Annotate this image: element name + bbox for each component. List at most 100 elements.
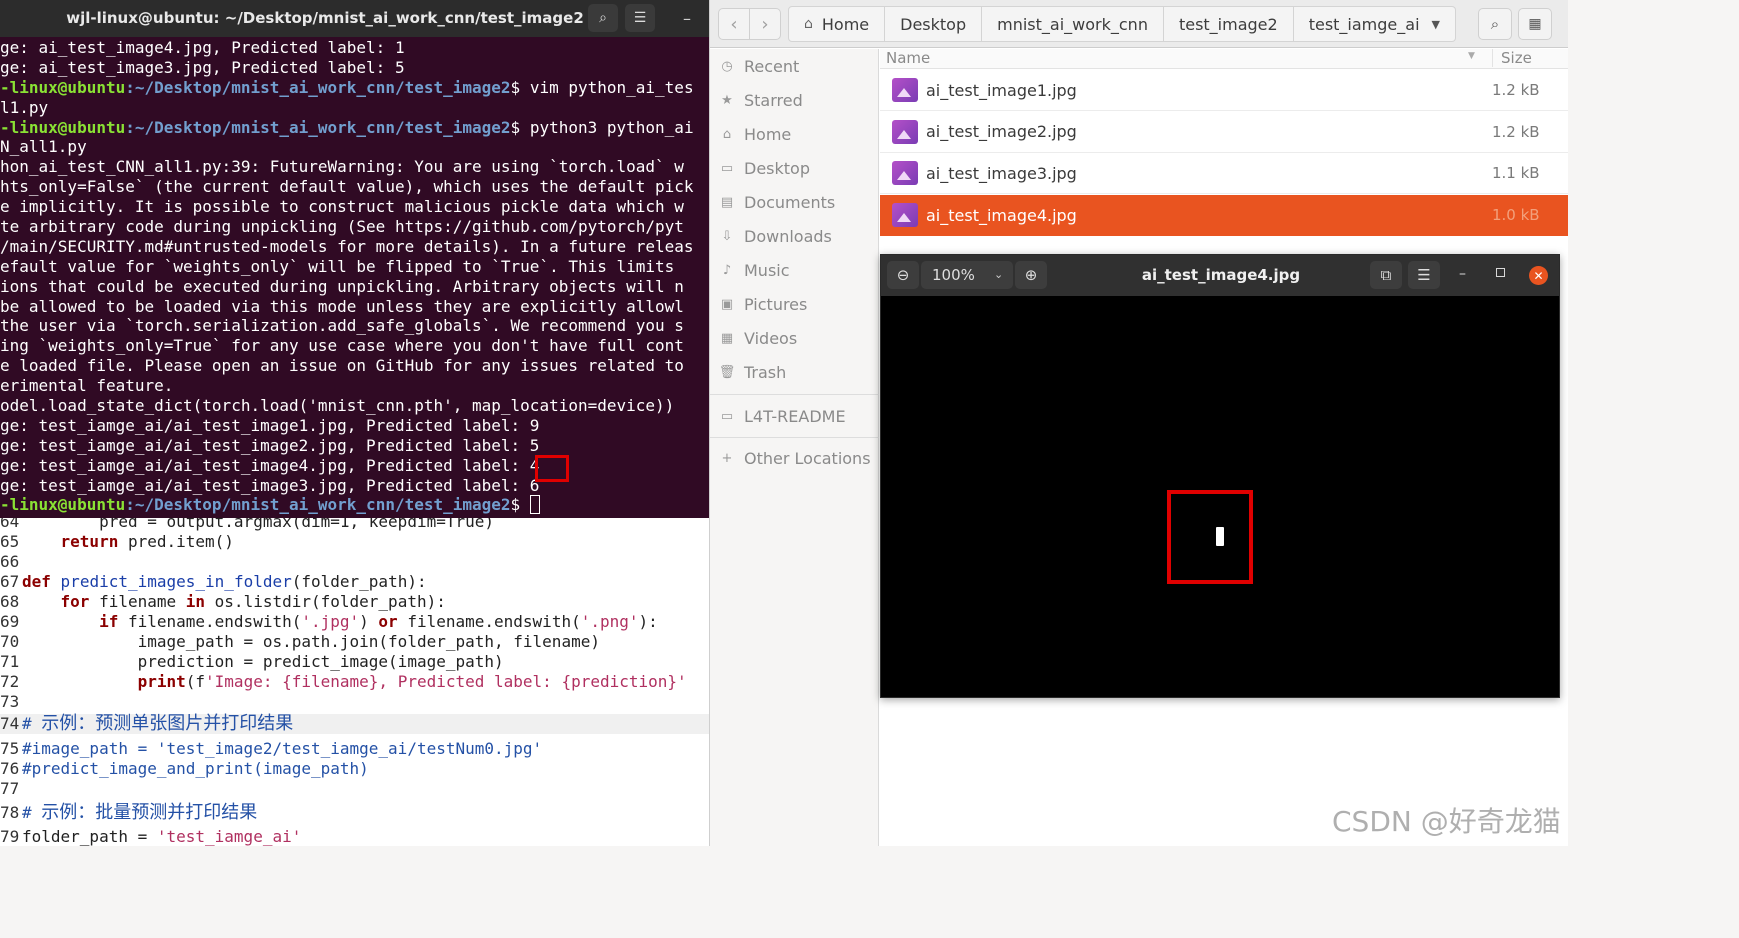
- file-row[interactable]: ai_test_image1.jpg 1.2 kB: [880, 70, 1568, 111]
- code-editor[interactable]: 64 pred = output.argmax(dim=1, keepdim=T…: [0, 518, 709, 846]
- minimize-icon[interactable]: –: [672, 4, 702, 32]
- dropdown-arrow-icon[interactable]: ▼: [1432, 18, 1440, 31]
- sidebar-item-other-locations[interactable]: + Other Locations: [710, 443, 879, 473]
- code-line: 76 #predict_image_and_print(image_path): [0, 759, 709, 779]
- document-icon: ▤: [720, 194, 734, 210]
- zoom-in-icon[interactable]: ⊕: [1015, 261, 1047, 289]
- sidebar-item-label: L4T-README: [744, 406, 846, 426]
- code-text: # 示例：预测单张图片并打印结果: [22, 713, 294, 734]
- file-row[interactable]: ai_test_image4.jpg 1.0 kB: [880, 194, 1568, 236]
- terminal-line: /main/SECURITY.md#untrusted-models for m…: [0, 236, 694, 256]
- line-number: 78: [0, 803, 20, 822]
- video-icon: ▦: [720, 330, 734, 346]
- code-line: 73: [0, 692, 709, 712]
- prompt-path: :~/Desktop/mnist_ai_work_cnn/test_image2: [125, 495, 511, 515]
- breadcrumb-label: test_image2: [1178, 14, 1278, 34]
- breadcrumb-item-test-image2[interactable]: test_image2: [1163, 6, 1294, 42]
- sidebar-item-pictures[interactable]: ▣ Pictures: [710, 289, 879, 319]
- line-number: 71: [0, 652, 20, 671]
- file-row[interactable]: ai_test_image2.jpg 1.2 kB: [880, 112, 1568, 153]
- zoom-out-icon[interactable]: ⊖: [887, 261, 919, 289]
- breadcrumb: ⌂ Home Desktop mnist_ai_work_cnn test_image2…: [788, 6, 1456, 42]
- search-icon[interactable]: ⌕: [588, 4, 618, 32]
- search-icon[interactable]: ⌕: [1478, 8, 1512, 40]
- column-size[interactable]: Size: [1492, 49, 1532, 67]
- code-line: 72 print(f'Image: {filename}, Predicted …: [0, 672, 709, 692]
- breadcrumb-item-home[interactable]: ⌂ Home: [788, 6, 886, 42]
- sidebar-item-starred[interactable]: ★ Starred: [710, 85, 879, 115]
- digit-highlight-box: [1167, 490, 1253, 584]
- image-canvas: [881, 296, 1559, 697]
- file-size: 1.0 kB: [1492, 206, 1540, 224]
- terminal-line: hon_ai_test_CNN_all1.py:39: FutureWarnin…: [0, 157, 684, 177]
- prompt-user: -linux@ubuntu: [0, 117, 126, 137]
- grid-view-icon[interactable]: ▦: [1518, 8, 1552, 40]
- sidebar-item-videos[interactable]: ▦ Videos: [710, 323, 879, 353]
- picture-icon: ▣: [720, 296, 734, 312]
- download-icon: ⇩: [721, 228, 733, 244]
- gallery-icon[interactable]: ⧉: [1370, 261, 1402, 289]
- places-sidebar: ◷ Recent ★ Starred ⌂ Home ▭ Desktop ▤ Documents ⇩ D…: [710, 49, 879, 846]
- sidebar-item-home[interactable]: ⌂ Home: [710, 119, 879, 149]
- sidebar-item-l4t-readme[interactable]: ▭ L4T-README: [710, 401, 879, 431]
- breadcrumb-item-desktop[interactable]: Desktop: [885, 6, 983, 42]
- terminal-output[interactable]: ge: ai_test_image4.jpg, Predicted label:…: [0, 38, 709, 515]
- code-text: #image_path = 'test_image2/test_iamge_ai…: [22, 739, 543, 758]
- plus-icon: +: [721, 450, 733, 466]
- breadcrumb-label: Desktop: [900, 14, 967, 34]
- line-number: 66: [0, 552, 20, 571]
- column-name[interactable]: Name: [886, 49, 930, 67]
- breadcrumb-item-test-iamge-ai[interactable]: test_iamge_ai ▼: [1293, 6, 1456, 42]
- sidebar-item-trash[interactable]: 🗑 Trash: [710, 357, 879, 387]
- hamburger-menu-icon[interactable]: ☰: [625, 4, 655, 32]
- hamburger-menu-icon[interactable]: ☰: [1408, 261, 1440, 289]
- file-size: 1.2 kB: [1492, 122, 1540, 141]
- code-line: 68 for filename in os.listdir(folder_pat…: [0, 592, 709, 612]
- terminal-line: the user via `torch.serialization.add_sa…: [0, 316, 684, 336]
- prompt-user: -linux@ubuntu: [0, 495, 126, 515]
- file-manager-header: ‹ › ⌂ Home Desktop mnist_ai_work_cnn test_im…: [710, 0, 1568, 48]
- terminal-line: be allowed to be loaded via this mode un…: [0, 296, 684, 316]
- breadcrumb-label: Home: [821, 14, 870, 34]
- file-name: ai_test_image2.jpg: [926, 122, 1077, 141]
- image-file-icon: [892, 161, 918, 185]
- sidebar-item-label: Home: [744, 124, 792, 144]
- sidebar-item-desktop[interactable]: ▭ Desktop: [710, 153, 879, 183]
- home-icon: ⌂: [804, 16, 813, 32]
- terminal-line: erimental feature.: [0, 376, 174, 396]
- prompt-path: :~/Desktop/mnist_ai_work_cnn/test_image2: [125, 117, 511, 137]
- sidebar-divider: [710, 437, 879, 438]
- drive-icon: ▭: [720, 408, 734, 424]
- code-line: 64 pred = output.argmax(dim=1, keepdim=T…: [0, 518, 709, 532]
- code-text: return pred.item(): [60, 532, 234, 551]
- file-name: ai_test_image3.jpg: [926, 163, 1077, 183]
- sidebar-item-recent[interactable]: ◷ Recent: [710, 51, 879, 81]
- sidebar-item-music[interactable]: ♪ Music: [710, 255, 879, 285]
- watermark: CSDN @好奇龙猫: [1332, 805, 1561, 838]
- code-line: 74 # 示例：预测单张图片并打印结果: [0, 714, 709, 734]
- minimize-icon[interactable]: –: [1459, 266, 1466, 282]
- back-arrow-icon[interactable]: ‹: [718, 8, 750, 40]
- close-icon[interactable]: ✕: [1529, 266, 1548, 285]
- file-row[interactable]: ai_test_image3.jpg 1.1 kB: [880, 153, 1568, 194]
- maximize-icon[interactable]: [1496, 268, 1505, 277]
- breadcrumb-label: test_iamge_ai: [1308, 14, 1420, 34]
- line-number: 73: [0, 692, 20, 711]
- breadcrumb-item-mnist-ai-work-cnn[interactable]: mnist_ai_work_cnn: [982, 6, 1164, 42]
- sidebar-item-documents[interactable]: ▤ Documents: [710, 187, 879, 217]
- line-number: 75: [0, 739, 20, 758]
- code-line: 69 if filename.endswith('.jpg') or filen…: [0, 612, 709, 632]
- sidebar-item-downloads[interactable]: ⇩ Downloads: [710, 221, 879, 251]
- prompt-command: $: [510, 495, 530, 515]
- terminal-titlebar: wjl-linux@ubuntu: ~/Desktop/mnist_ai_wor…: [0, 0, 709, 37]
- terminal-line: -linux@ubuntu:~/Desktop/mnist_ai_work_cn…: [0, 78, 709, 98]
- breadcrumb-label: mnist_ai_work_cnn: [997, 14, 1148, 34]
- code-text: image_path = os.path.join(folder_path, f…: [22, 632, 600, 651]
- prompt-user: -linux@ubuntu: [0, 77, 126, 97]
- sidebar-item-label: Other Locations: [744, 448, 871, 468]
- chevron-down-icon: ⌄: [994, 268, 1004, 281]
- forward-arrow-icon[interactable]: ›: [749, 8, 781, 40]
- file-name: ai_test_image1.jpg: [926, 80, 1077, 100]
- code-line: 78 # 示例：批量预测并打印结果: [0, 803, 709, 823]
- code-text: folder_path = 'test_iamge_ai': [22, 827, 302, 846]
